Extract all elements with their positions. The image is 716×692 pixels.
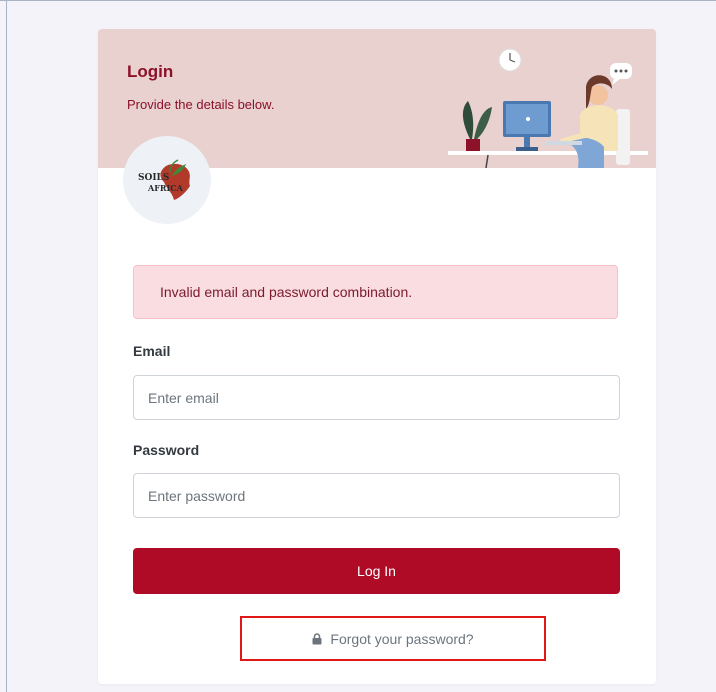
window-border-left bbox=[6, 0, 7, 692]
logo-text-soils: SOILS bbox=[138, 173, 169, 183]
lock-icon bbox=[312, 632, 322, 644]
logo-avatar: SOILS AFRICA bbox=[123, 136, 211, 224]
page-subtitle: Provide the details below. bbox=[127, 97, 275, 112]
login-button[interactable]: Log In bbox=[133, 548, 620, 594]
password-field[interactable] bbox=[133, 473, 620, 518]
password-label: Password bbox=[133, 442, 200, 458]
login-card: Login Provide the details below. SOILS A… bbox=[98, 29, 656, 684]
error-alert: Invalid email and password combination. bbox=[133, 265, 618, 319]
email-field[interactable] bbox=[133, 375, 620, 420]
forgot-password-link[interactable]: Forgot your password? bbox=[240, 616, 546, 661]
window-border-top bbox=[0, 0, 716, 1]
logo-text-africa: AFRICA bbox=[147, 183, 184, 193]
email-label: Email bbox=[133, 343, 171, 359]
forgot-password-label: Forgot your password? bbox=[330, 630, 474, 647]
error-alert-message: Invalid email and password combination. bbox=[160, 284, 413, 300]
soils-africa-logo: SOILS AFRICA bbox=[138, 159, 190, 200]
workspace-illustration bbox=[448, 48, 648, 168]
page-title: Login bbox=[127, 62, 174, 81]
